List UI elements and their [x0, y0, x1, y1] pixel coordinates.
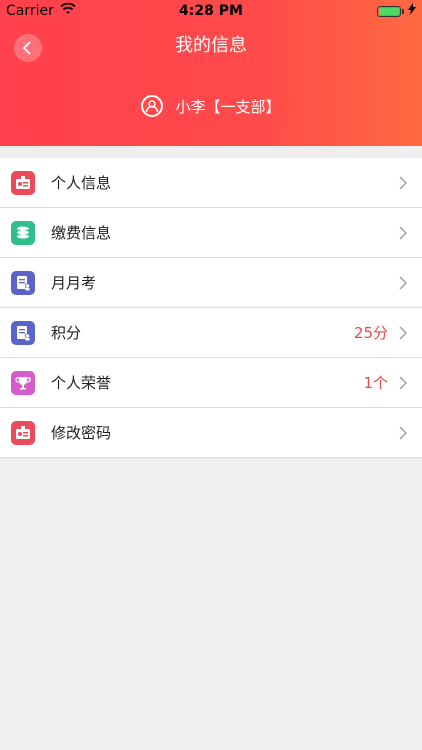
- menu-item-label: 缴费信息: [51, 224, 112, 242]
- status-time: 4:28 PM: [179, 3, 243, 19]
- menu-item-honors[interactable]: 个人荣誉 1个: [0, 358, 422, 408]
- chevron-right-icon: [399, 276, 407, 289]
- menu-item-points[interactable]: 积分 25分: [0, 308, 422, 358]
- menu-item-label: 个人信息: [51, 174, 112, 192]
- header: Carrier 4:28 PM 我的信息 小李【一支部】: [0, 0, 422, 146]
- page-title: 我的信息: [175, 35, 247, 56]
- menu-item-personal-info[interactable]: 个人信息: [0, 158, 422, 208]
- battery-tip: [402, 8, 404, 14]
- coins-icon: [11, 220, 35, 245]
- menu-item-value: 25分: [353, 324, 388, 342]
- chevron-right-icon: [399, 376, 407, 389]
- exam-icon: [11, 270, 35, 295]
- chevron-right-icon: [399, 426, 407, 439]
- points-icon: [11, 320, 35, 345]
- user-info: 小李【一支部】: [0, 95, 422, 117]
- chevron-right-icon: [399, 176, 407, 189]
- wifi-icon: [60, 2, 76, 19]
- menu-item-label: 月月考: [51, 274, 97, 292]
- chevron-right-icon: [399, 226, 407, 239]
- lock-card-icon: [11, 420, 35, 445]
- charging-icon: [408, 3, 416, 19]
- menu-item-label: 积分: [51, 324, 82, 342]
- carrier-label: Carrier: [6, 3, 54, 19]
- trophy-icon: [11, 370, 35, 395]
- menu-item-value: 1个: [363, 374, 388, 392]
- user-name: 小李【一支部】: [175, 97, 281, 116]
- menu-item-label: 修改密码: [51, 424, 112, 442]
- id-card-icon: [11, 170, 35, 195]
- menu-item-payment-info[interactable]: 缴费信息: [0, 208, 422, 258]
- battery-icon: [377, 5, 401, 17]
- avatar-icon: [141, 95, 164, 117]
- menu-item-label: 个人荣誉: [51, 374, 112, 392]
- menu-list: 个人信息 缴费信息 月月考 积分 25分 个人荣誉 1个 修改密码: [0, 158, 422, 458]
- chevron-right-icon: [399, 326, 407, 339]
- menu-item-monthly-exam[interactable]: 月月考: [0, 258, 422, 308]
- status-bar: Carrier 4:28 PM: [0, 0, 422, 22]
- menu-item-change-password[interactable]: 修改密码: [0, 408, 422, 458]
